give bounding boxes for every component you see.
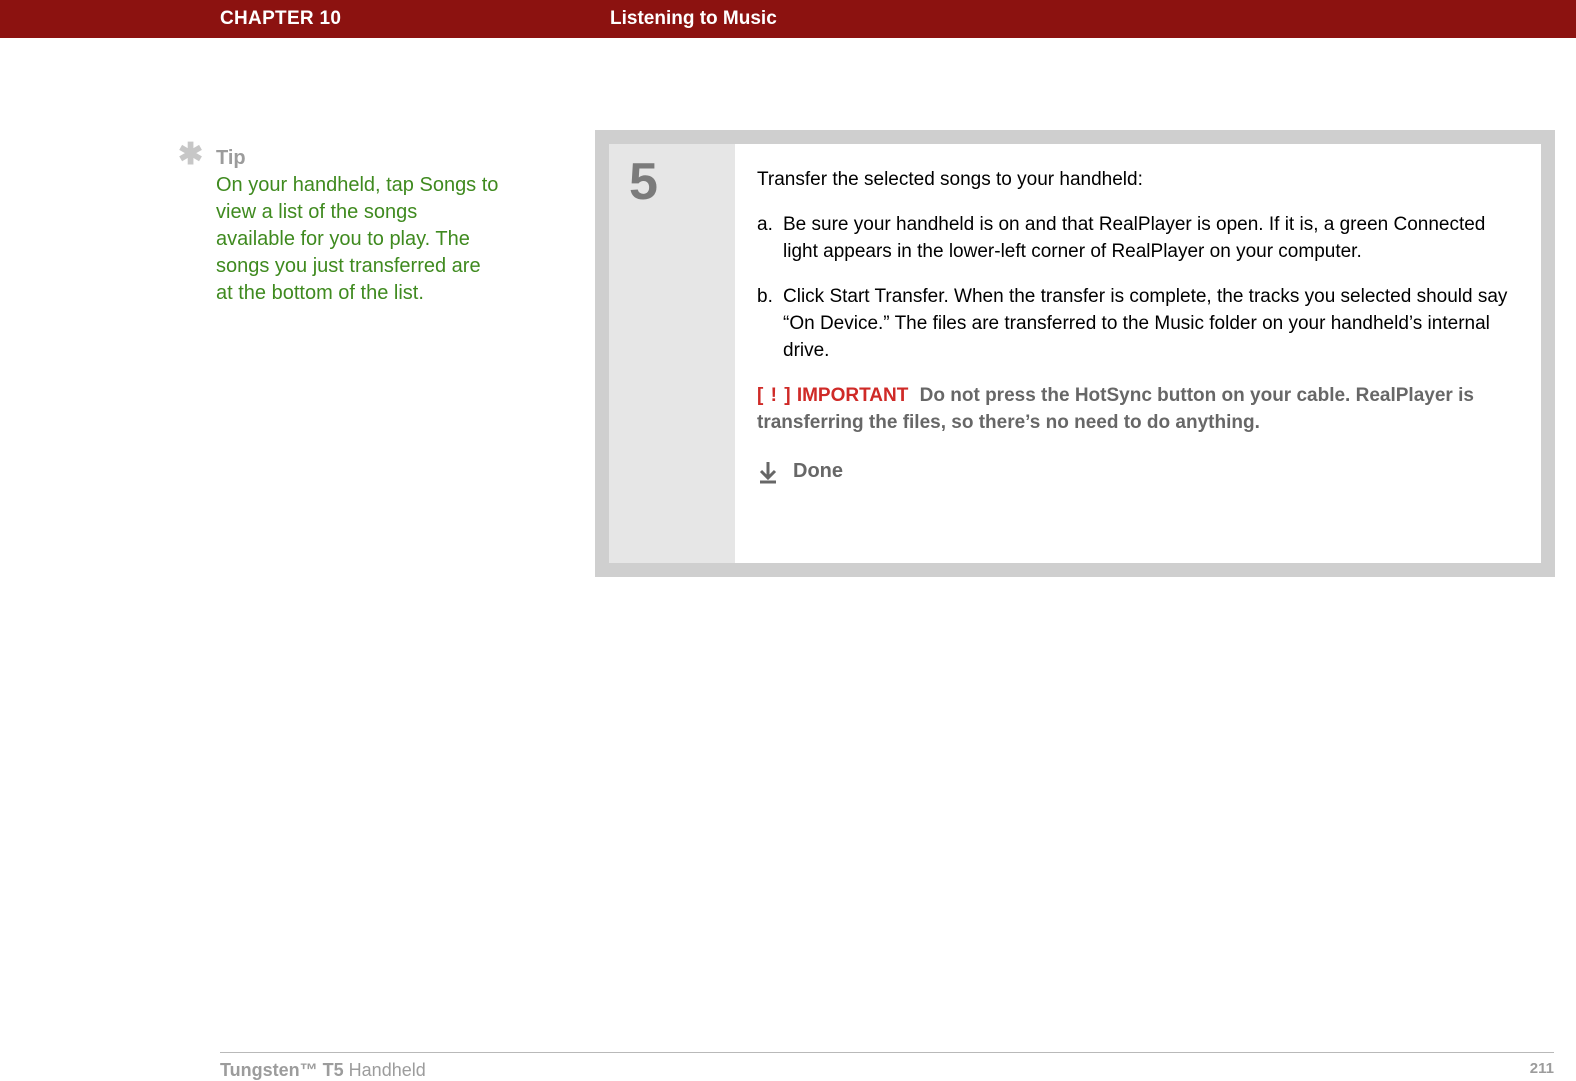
step-number: 5 [629, 152, 658, 212]
footer-rule [220, 1052, 1554, 1053]
footer-product: Tungsten™ T5 Handheld [220, 1060, 426, 1081]
step-card: 5 Transfer the selected songs to your ha… [595, 130, 1555, 577]
substep-letter: a. [757, 211, 783, 265]
header-banner: CHAPTER 10 Listening to Music [0, 0, 1576, 38]
done-row: Done [757, 458, 1519, 485]
important-note: [ ! ] IMPORTANT Do not press the HotSync… [757, 382, 1519, 436]
substep-letter: b. [757, 283, 783, 364]
chapter-label: CHAPTER 10 [220, 8, 341, 30]
substep-text: Be sure your handheld is on and that Rea… [783, 211, 1519, 265]
important-label: IMPORTANT [797, 385, 909, 406]
footer-product-rest: Handheld [344, 1060, 426, 1080]
step-content: Transfer the selected songs to your hand… [735, 144, 1541, 563]
page-number: 211 [1530, 1060, 1554, 1077]
tip-body: On your handheld, tap Songs to view a li… [216, 172, 501, 307]
asterisk-icon: ✱ [178, 140, 203, 170]
substep-text: Click Start Transfer. When the transfer … [783, 283, 1519, 364]
substep: a. Be sure your handheld is on and that … [757, 211, 1519, 265]
important-brackets: [ ! ] [757, 385, 792, 406]
footer-product-bold: Tungsten™ T5 [220, 1060, 344, 1080]
step-number-column: 5 [609, 144, 735, 563]
chapter-title: Listening to Music [610, 8, 777, 30]
tip-heading: Tip [216, 147, 246, 170]
substep: b. Click Start Transfer. When the transf… [757, 283, 1519, 364]
step-intro: Transfer the selected songs to your hand… [757, 166, 1519, 193]
arrow-down-icon [757, 460, 779, 484]
done-label: Done [793, 458, 843, 485]
